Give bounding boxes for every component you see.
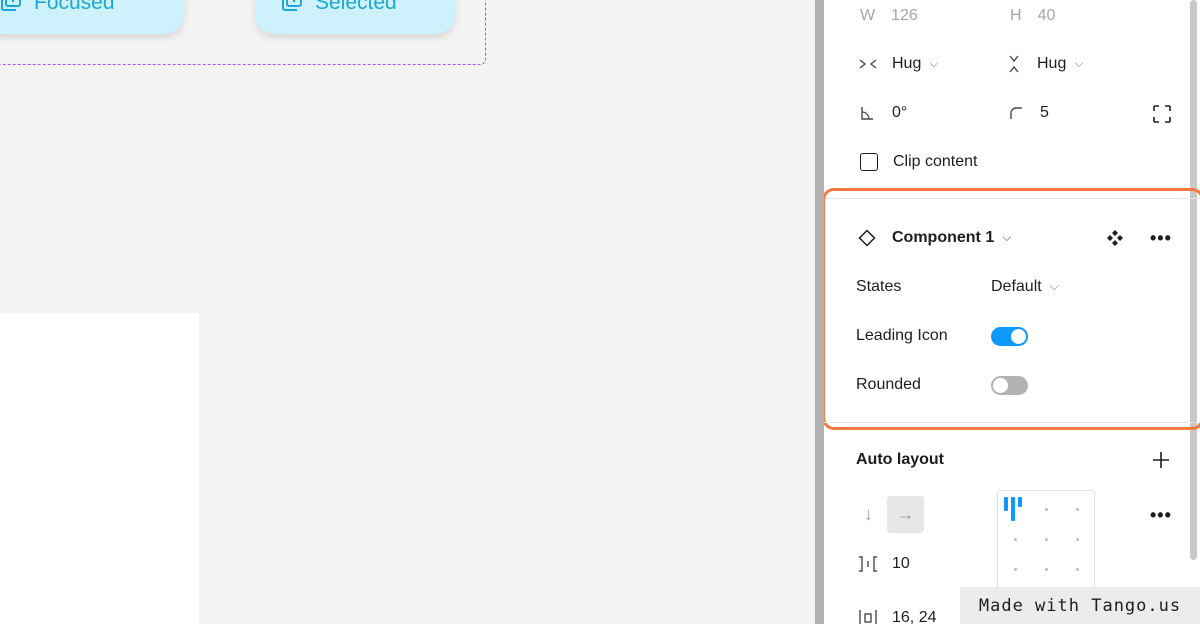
horizontal-resize-icon (858, 57, 878, 71)
alignment-dot[interactable] (1045, 508, 1048, 511)
padding-value: 16, 24 (892, 609, 937, 624)
corner-radius-value: 5 (1040, 104, 1049, 121)
spacing-value: 10 (892, 555, 910, 572)
component-name-dropdown[interactable]: Component 1 ⌵ (858, 226, 1011, 250)
alignment-bar (1011, 497, 1015, 521)
alignment-dot[interactable] (1014, 568, 1017, 571)
checkbox-box[interactable] (860, 153, 878, 171)
direction-horizontal-button[interactable]: → (887, 496, 924, 533)
vertical-resizing-value: Hug (1037, 55, 1067, 72)
corner-radius-icon (1009, 106, 1023, 120)
variant-label: Selected (315, 0, 397, 14)
component-name: Component 1 (892, 229, 995, 246)
variant-focused[interactable]: Focused (0, 0, 184, 34)
padding-icon (858, 609, 878, 624)
variant-selected[interactable]: Selected (255, 0, 455, 34)
arrow-right-icon: → (896, 504, 915, 524)
independent-corners-button[interactable] (1153, 104, 1171, 124)
property-rounded-label: Rounded (856, 376, 921, 393)
alignment-dot[interactable] (1076, 508, 1079, 511)
alignment-dot[interactable] (1014, 538, 1017, 541)
property-states-dropdown[interactable]: Default ⌵ (991, 275, 1059, 299)
leading-icon-toggle[interactable] (991, 327, 1028, 346)
more-options-icon: ••• (1150, 227, 1172, 248)
rounded-toggle[interactable] (991, 376, 1028, 395)
toggle-switch-on[interactable] (991, 327, 1028, 346)
alignment-bar (1018, 497, 1022, 507)
chevron-down-icon: ⌵ (929, 55, 939, 70)
width-field[interactable]: W 126 (860, 4, 918, 28)
chevron-down-icon: ⌵ (1002, 229, 1012, 244)
states-value: Default (991, 278, 1042, 295)
spacing-between-icon (858, 555, 878, 573)
auto-layout-title: Auto layout (856, 451, 944, 468)
alignment-grid[interactable] (997, 490, 1095, 600)
corner-radius-field[interactable]: 5 (1009, 101, 1049, 125)
main-component-icon (1106, 229, 1124, 247)
component-instance-icon (858, 229, 876, 247)
chevron-down-icon: ⌵ (1074, 55, 1084, 70)
independent-corners-icon (1153, 105, 1171, 123)
component-more-options-button[interactable]: ••• (1150, 226, 1172, 250)
clip-content-checkbox[interactable]: Clip content (860, 150, 978, 174)
section-divider (824, 422, 1200, 423)
alignment-dot[interactable] (1045, 568, 1048, 571)
height-value: 40 (1037, 7, 1056, 24)
rotation-field[interactable]: 0° (860, 101, 907, 125)
panel-divider[interactable] (815, 0, 824, 624)
add-to-library-icon (281, 0, 303, 17)
toggle-switch-off[interactable] (991, 376, 1028, 395)
design-canvas[interactable]: Focused Selected (0, 0, 815, 624)
rotation-value: 0° (892, 104, 908, 121)
plus-icon (1152, 451, 1170, 469)
properties-panel: W 126 H 40 Hug ⌵ Hug ⌵ 0° 5 Clip content… (824, 0, 1200, 624)
rotation-icon (860, 106, 874, 120)
alignment-bar (1004, 497, 1008, 511)
property-states-label: States (856, 278, 902, 295)
go-to-main-component-button[interactable] (1106, 228, 1124, 248)
chevron-down-icon: ⌵ (1049, 278, 1059, 293)
property-leading-icon-label: Leading Icon (856, 327, 948, 344)
spacing-field[interactable]: 10 (858, 552, 910, 576)
width-label: W (860, 7, 876, 24)
width-value: 126 (891, 7, 918, 24)
variant-label: Focused (34, 0, 115, 14)
height-field[interactable]: H 40 (1010, 4, 1055, 28)
vertical-resize-icon (1007, 54, 1021, 74)
add-to-library-icon (0, 0, 22, 17)
horizontal-resizing-dropdown[interactable]: Hug ⌵ (858, 52, 938, 76)
padding-field[interactable]: 16, 24 (858, 606, 936, 624)
direction-vertical-button[interactable]: ↓ (850, 496, 887, 533)
horizontal-resizing-value: Hug (892, 55, 922, 72)
auto-layout-more-options-button[interactable]: ••• (1150, 503, 1172, 527)
arrow-down-icon: ↓ (864, 504, 873, 524)
alignment-dot[interactable] (1076, 538, 1079, 541)
watermark: Made with Tango.us (960, 587, 1200, 624)
clip-content-label: Clip content (893, 153, 978, 170)
alignment-dot[interactable] (1045, 538, 1048, 541)
vertical-resizing-dropdown[interactable]: Hug ⌵ (1007, 52, 1083, 76)
canvas-frame[interactable] (0, 313, 199, 624)
add-auto-layout-button[interactable] (1152, 448, 1170, 472)
more-options-icon: ••• (1150, 504, 1172, 525)
height-label: H (1010, 7, 1022, 24)
alignment-dot[interactable] (1076, 568, 1079, 571)
